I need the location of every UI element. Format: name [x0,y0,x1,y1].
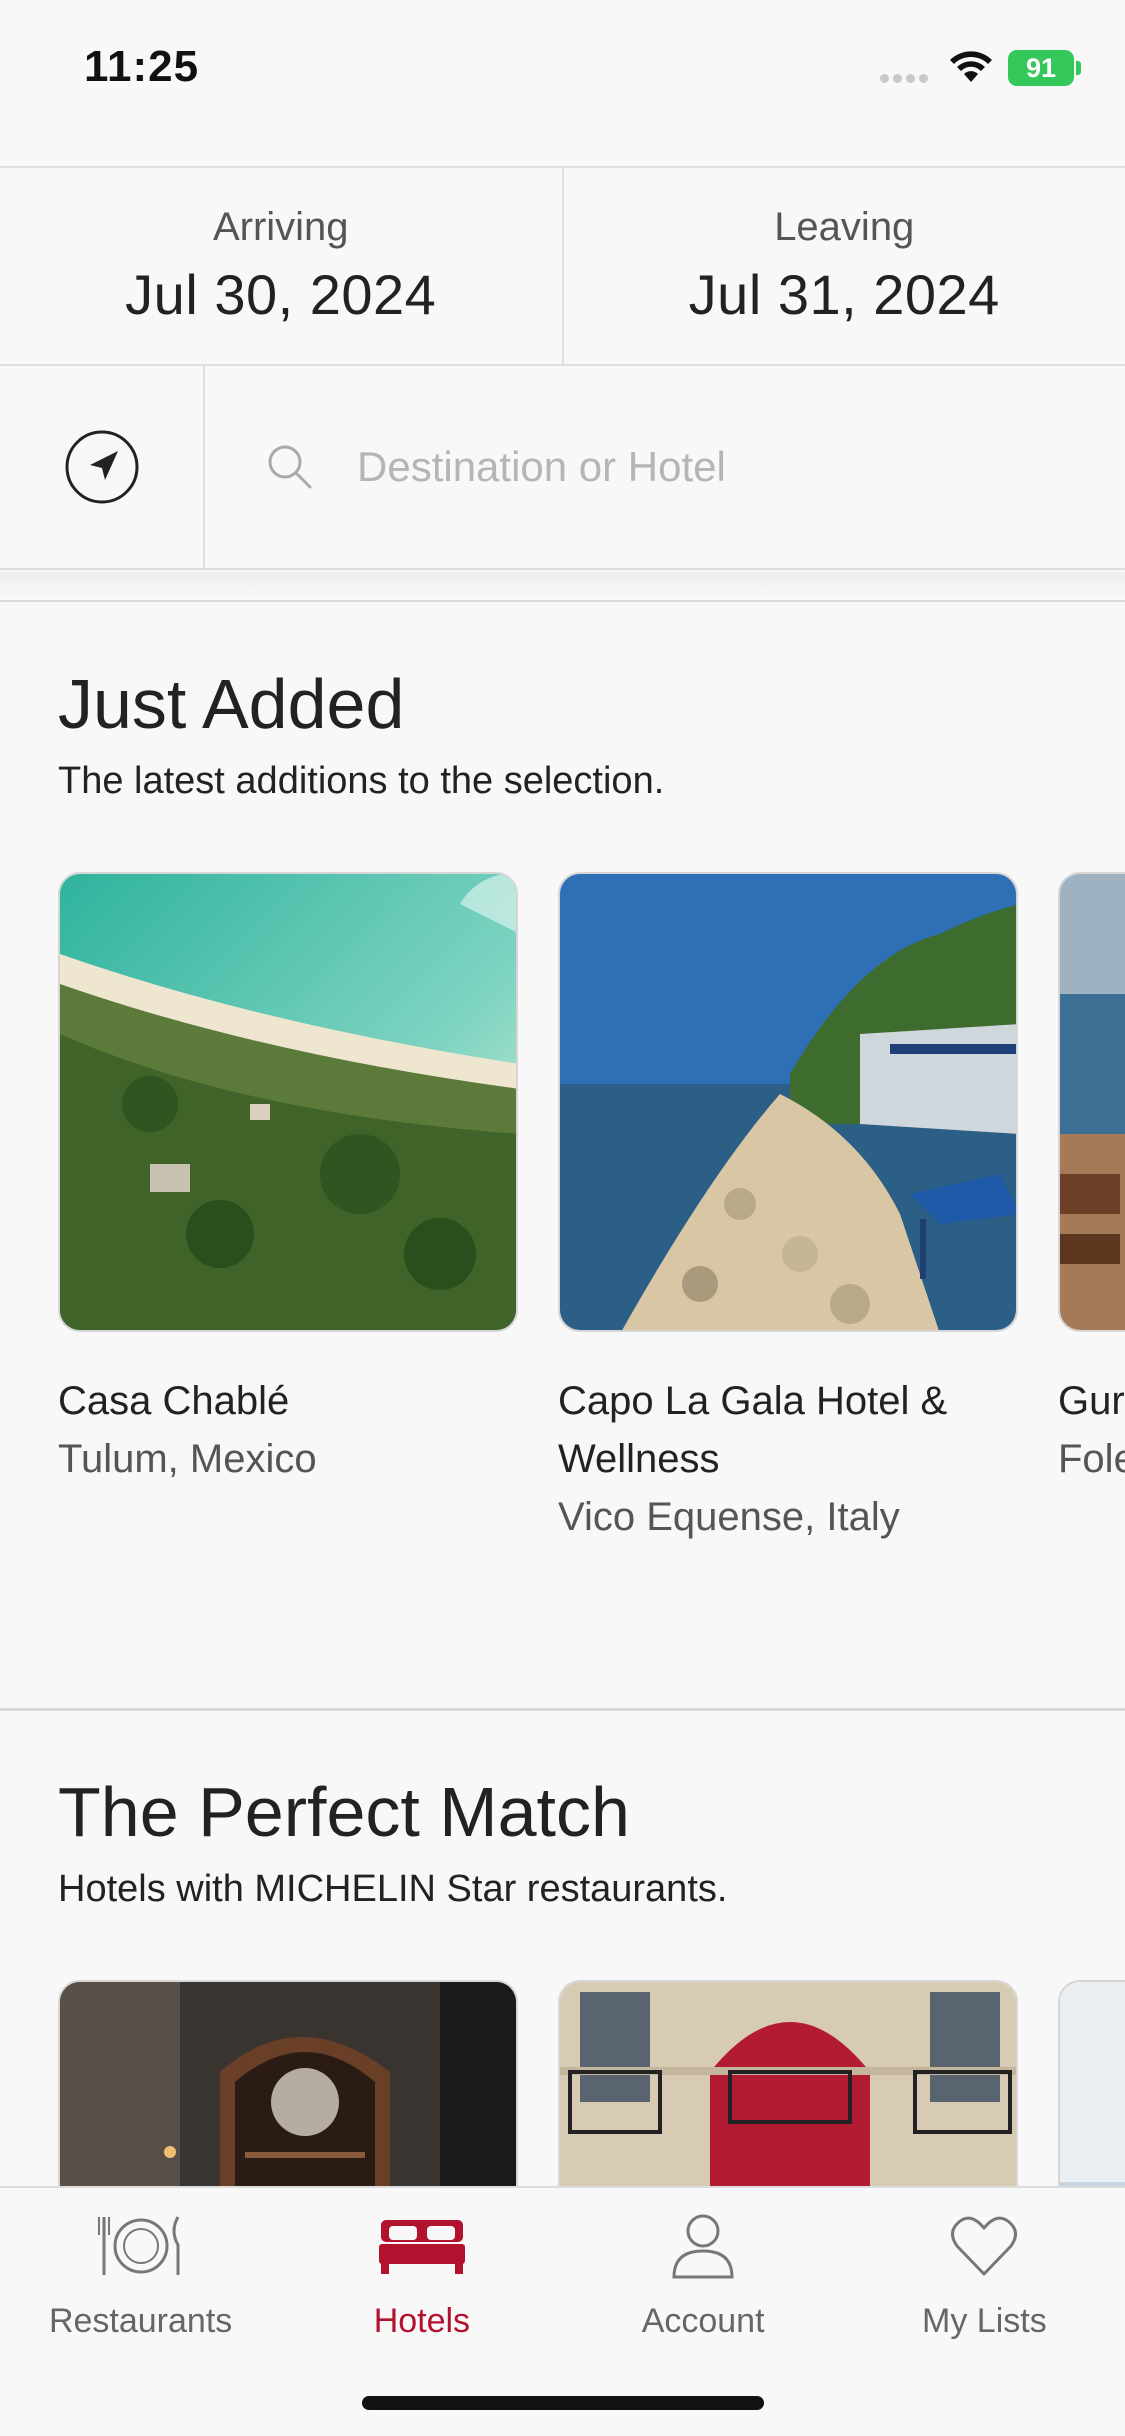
arriving-date-picker[interactable]: Arriving Jul 30, 2024 [0,168,562,364]
location-arrow-icon [65,430,138,504]
search-input[interactable] [357,443,1057,491]
current-location-button[interactable] [0,366,205,568]
search-icon [268,445,312,489]
status-bar: 11:25 91 [0,0,1125,140]
hotel-image [558,872,1018,1332]
search-row [0,366,1125,570]
hotel-image [1058,872,1125,1332]
hotel-name: Capo La Gala Hotel & Wellness [558,1379,948,1481]
tab-my-lists[interactable]: My Lists [844,2188,1125,2436]
bed-icon [377,2206,467,2286]
perfect-match-subtitle: Hotels with MICHELIN Star restaurants. [58,1868,728,1910]
hotels-screen: 11:25 91 Arriving Jul 30, 2024 Leaving J… [0,0,1125,2436]
battery-tip [1076,61,1081,75]
hotel-card[interactable]: Capo La Gala Hotel & Wellness Vico Equen… [558,872,1018,1546]
leaving-label: Leaving [774,205,915,249]
tab-label: Hotels [373,2302,471,2340]
just-added-title: Just Added [58,665,405,743]
battery-icon: 91 [1008,50,1074,86]
leaving-value: Jul 31, 2024 [688,263,1000,326]
date-selector: Arriving Jul 30, 2024 Leaving Jul 31, 20… [0,166,1125,366]
heart-icon [939,2206,1029,2286]
section-divider [0,1708,1125,1711]
hotel-name: Casa Chablé [58,1379,290,1423]
header-divider [0,572,1125,602]
tab-restaurants[interactable]: Restaurants [0,2188,281,2436]
battery-level: 91 [1025,52,1057,83]
arriving-value: Jul 30, 2024 [125,263,437,326]
search-field[interactable] [205,366,1125,568]
arriving-label: Arriving [212,205,349,249]
tab-label: Restaurants [48,2302,233,2340]
hotel-name: Gur [1058,1379,1125,1423]
hotel-location: Fole [1058,1437,1125,1481]
hotel-location: Vico Equense, Italy [558,1495,900,1539]
hotel-location: Tulum, Mexico [58,1437,317,1481]
perfect-match-title: The Perfect Match [58,1773,630,1851]
just-added-subtitle: The latest additions to the selection. [58,760,665,802]
tab-label: Account [641,2302,765,2340]
cellular-signal-icon [880,70,932,88]
person-icon [658,2206,748,2286]
status-time: 11:25 [84,42,200,91]
hotel-image [58,872,518,1332]
wifi-icon [950,51,992,82]
leaving-date-picker[interactable]: Leaving Jul 31, 2024 [561,168,1125,364]
plate-icon [96,2206,186,2286]
tab-label: My Lists [922,2302,1047,2340]
hotel-card[interactable]: Casa Chablé Tulum, Mexico [58,872,518,1488]
home-indicator[interactable] [362,2396,764,2410]
hotel-card[interactable]: Gur Fole [1058,872,1125,1488]
